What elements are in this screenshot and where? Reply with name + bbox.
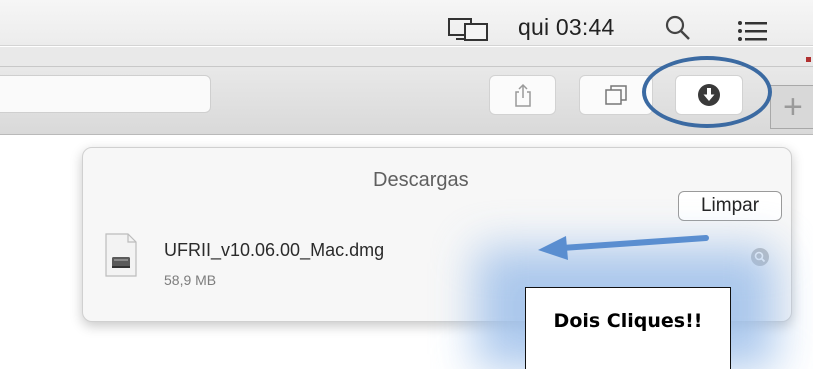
annotation-callout: Dois Cliques!!	[525, 287, 731, 369]
tabs-overview-icon	[605, 85, 627, 105]
disk-image-icon	[105, 233, 137, 277]
spotlight-search-icon[interactable]	[665, 15, 691, 41]
download-file-size: 58,9 MB	[164, 272, 217, 288]
menu-bar: qui 03:44	[0, 0, 813, 46]
downloads-title: Descargas	[373, 169, 469, 191]
share-button[interactable]	[489, 75, 556, 115]
screen-mirroring-icon[interactable]	[448, 18, 490, 42]
annotation-arrow	[538, 235, 709, 260]
new-tab-icon: +	[783, 88, 803, 126]
menu-bar-clock[interactable]: qui 03:44	[518, 14, 614, 41]
window-edge-marker	[806, 57, 811, 62]
address-bar[interactable]	[0, 75, 211, 113]
share-icon	[514, 83, 531, 107]
notification-center-icon[interactable]	[737, 20, 767, 42]
downloads-highlight-ellipse	[642, 56, 772, 128]
clear-downloads-button[interactable]: Limpar	[678, 191, 782, 221]
callout-text: Dois Cliques!!	[553, 310, 703, 332]
new-tab-button[interactable]: +	[770, 85, 813, 129]
download-file-name[interactable]: UFRII_v10.06.00_Mac.dmg	[164, 240, 384, 261]
